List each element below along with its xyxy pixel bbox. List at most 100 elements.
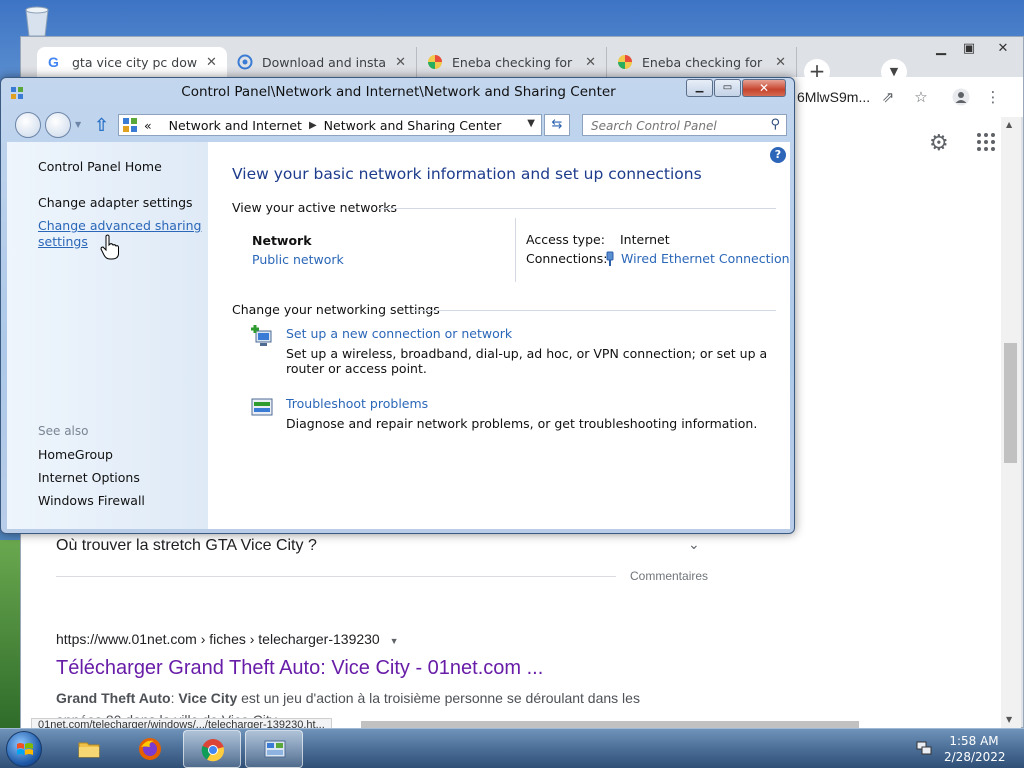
troubleshoot-icon	[251, 398, 273, 416]
hscroll-thumb[interactable]	[361, 721, 859, 728]
comments-link[interactable]: Commentaires	[630, 569, 708, 583]
chrome-minimize-button[interactable]: ▁	[927, 37, 955, 59]
scroll-up-arrow-icon[interactable]: ▲	[1006, 120, 1012, 129]
tab-close-icon[interactable]: ✕	[395, 55, 406, 70]
eneba-icon	[428, 55, 442, 69]
search-input[interactable]	[583, 116, 763, 136]
homegroup-link[interactable]: HomeGroup	[38, 447, 113, 462]
chrome-menu-icon[interactable]: ⋮	[983, 87, 1003, 107]
chrome-caption-buttons: ▁ ▣ ✕	[927, 37, 1023, 59]
tab-close-icon[interactable]: ✕	[206, 55, 217, 70]
system-clock[interactable]: 1:58 AM 2/28/2022	[944, 733, 1006, 765]
forward-button[interactable]	[45, 112, 71, 138]
maximize-button[interactable]: ▭	[714, 79, 741, 97]
new-connection-icon	[251, 325, 272, 346]
address-bar-url[interactable]: 6MlwS9m...	[797, 89, 870, 105]
recycle-bin-icon[interactable]	[18, 4, 56, 38]
tab-title: Download and installat	[262, 54, 387, 70]
wired-ethernet-connection-link[interactable]: Wired Ethernet Connection	[621, 251, 790, 266]
faq-divider	[56, 576, 616, 577]
taskbar-explorer[interactable]	[60, 730, 118, 768]
support-icon	[237, 54, 253, 70]
faq-expand-chevron-icon[interactable]: ⌄	[688, 537, 700, 553]
close-button[interactable]: ✕	[742, 79, 786, 97]
access-type-value: Internet	[620, 232, 670, 247]
window-content: Control Panel Home Change adapter settin…	[7, 142, 790, 529]
bookmark-star-icon[interactable]: ☆	[911, 87, 931, 107]
chrome-close-button[interactable]: ✕	[983, 37, 1023, 59]
chrome-icon	[201, 739, 225, 762]
window-title: Control Panel\Network and Internet\Netwo…	[181, 84, 616, 100]
windows-firewall-link[interactable]: Windows Firewall	[38, 493, 145, 508]
control-panel-breadcrumb-icon	[123, 118, 137, 132]
troubleshoot-description: Diagnose and repair network problems, or…	[286, 416, 758, 431]
access-type-label: Access type:	[526, 232, 605, 247]
address-dropdown-icon[interactable]: ▼	[527, 118, 535, 129]
clock-time: 1:58 AM	[949, 734, 999, 748]
control-panel-home-link[interactable]: Control Panel Home	[38, 159, 162, 174]
tab-title: Eneba checking for inv	[642, 54, 767, 70]
taskbar-firefox[interactable]	[121, 730, 179, 768]
taskbar-control-panel[interactable]	[245, 730, 303, 768]
setup-connection-link[interactable]: Set up a new connection or network	[286, 326, 512, 341]
up-arrow-icon[interactable]: ⇧	[94, 115, 109, 136]
profile-icon[interactable]	[951, 87, 971, 107]
taskbar-chrome[interactable]	[183, 730, 241, 768]
page-vertical-scrollbar[interactable]: ▲ ▼	[1001, 117, 1021, 729]
tab-google-search[interactable]: G gta vice city pc downlo ✕	[37, 47, 227, 77]
search-icon[interactable]: ⚲	[770, 117, 780, 132]
section-rule	[378, 208, 776, 209]
result-title-link[interactable]: Télécharger Grand Theft Auto: Vice City …	[56, 657, 543, 680]
eneba-icon	[618, 55, 632, 69]
setup-connection-description: Set up a wireless, broadband, dial-up, a…	[286, 346, 768, 376]
tab-download-install[interactable]: Download and installat ✕	[227, 47, 417, 77]
window-caption-buttons: ▁ ▭ ✕	[685, 79, 786, 97]
tab-close-icon[interactable]: ✕	[585, 55, 596, 70]
settings-gear-icon[interactable]: ⚙	[929, 131, 949, 156]
address-bar[interactable]: « Network and Internet ▶ Network and Sha…	[118, 114, 542, 136]
start-button[interactable]	[6, 731, 42, 767]
result-url[interactable]: https://www.01net.com › fiches › telecha…	[56, 631, 399, 647]
chrome-maximize-button[interactable]: ▣	[955, 37, 983, 59]
active-networks-label: View your active networks	[232, 200, 397, 215]
control-panel-icon	[264, 740, 286, 758]
internet-options-link[interactable]: Internet Options	[38, 470, 140, 485]
tab-eneba-2[interactable]: Eneba checking for inv ✕	[607, 47, 797, 77]
page-heading: View your basic network information and …	[232, 165, 702, 183]
navigation-buttons: ▼	[15, 112, 81, 138]
ethernet-icon	[606, 251, 614, 266]
scrollbar-thumb[interactable]	[1004, 343, 1017, 463]
breadcrumb-network-sharing-center[interactable]: Network and Sharing Center	[324, 118, 502, 133]
network-location-link[interactable]: Public network	[252, 252, 344, 267]
snippet-bold-text: Vice City	[178, 690, 238, 706]
refresh-button[interactable]: ⇆	[544, 114, 570, 136]
result-url-text: https://www.01net.com › fiches › telecha…	[56, 631, 380, 647]
see-also-heading: See also	[38, 424, 89, 438]
back-button[interactable]	[15, 112, 41, 138]
faq-question[interactable]: Où trouver la stretch GTA Vice City ?	[56, 537, 317, 555]
tab-strip: G gta vice city pc downlo ✕ Download and…	[21, 47, 921, 85]
scroll-down-arrow-icon[interactable]: ▼	[1006, 715, 1012, 724]
share-icon[interactable]: ⇗	[878, 87, 898, 107]
taskbar: 1:58 AM 2/28/2022	[0, 728, 1024, 768]
main-pane: ? View your basic network information an…	[208, 142, 790, 529]
troubleshoot-problems-link[interactable]: Troubleshoot problems	[286, 396, 428, 411]
change-adapter-settings-link[interactable]: Change adapter settings	[38, 195, 193, 210]
change-settings-label: Change your networking settings	[232, 302, 440, 317]
search-box[interactable]: ⚲	[582, 114, 787, 136]
tab-close-icon[interactable]: ✕	[775, 55, 786, 70]
firefox-icon	[139, 738, 161, 760]
network-tray-icon[interactable]	[916, 740, 932, 756]
breadcrumb-overflow[interactable]: «	[144, 118, 152, 133]
breadcrumb-network-and-internet[interactable]: Network and Internet	[169, 118, 302, 133]
svg-text:G: G	[48, 54, 59, 70]
help-icon[interactable]: ?	[770, 147, 786, 163]
minimize-button[interactable]: ▁	[686, 79, 713, 97]
tab-eneba-1[interactable]: Eneba checking for inv ✕	[417, 47, 607, 77]
control-panel-window: Control Panel\Network and Internet\Netwo…	[0, 77, 795, 534]
recent-pages-chevron-icon[interactable]: ▼	[75, 120, 81, 129]
breadcrumb-separator-icon[interactable]: ▶	[309, 120, 317, 131]
google-apps-icon[interactable]	[977, 133, 995, 151]
result-menu-caret-icon[interactable]: ▼	[390, 636, 399, 646]
section-rule	[413, 310, 776, 311]
